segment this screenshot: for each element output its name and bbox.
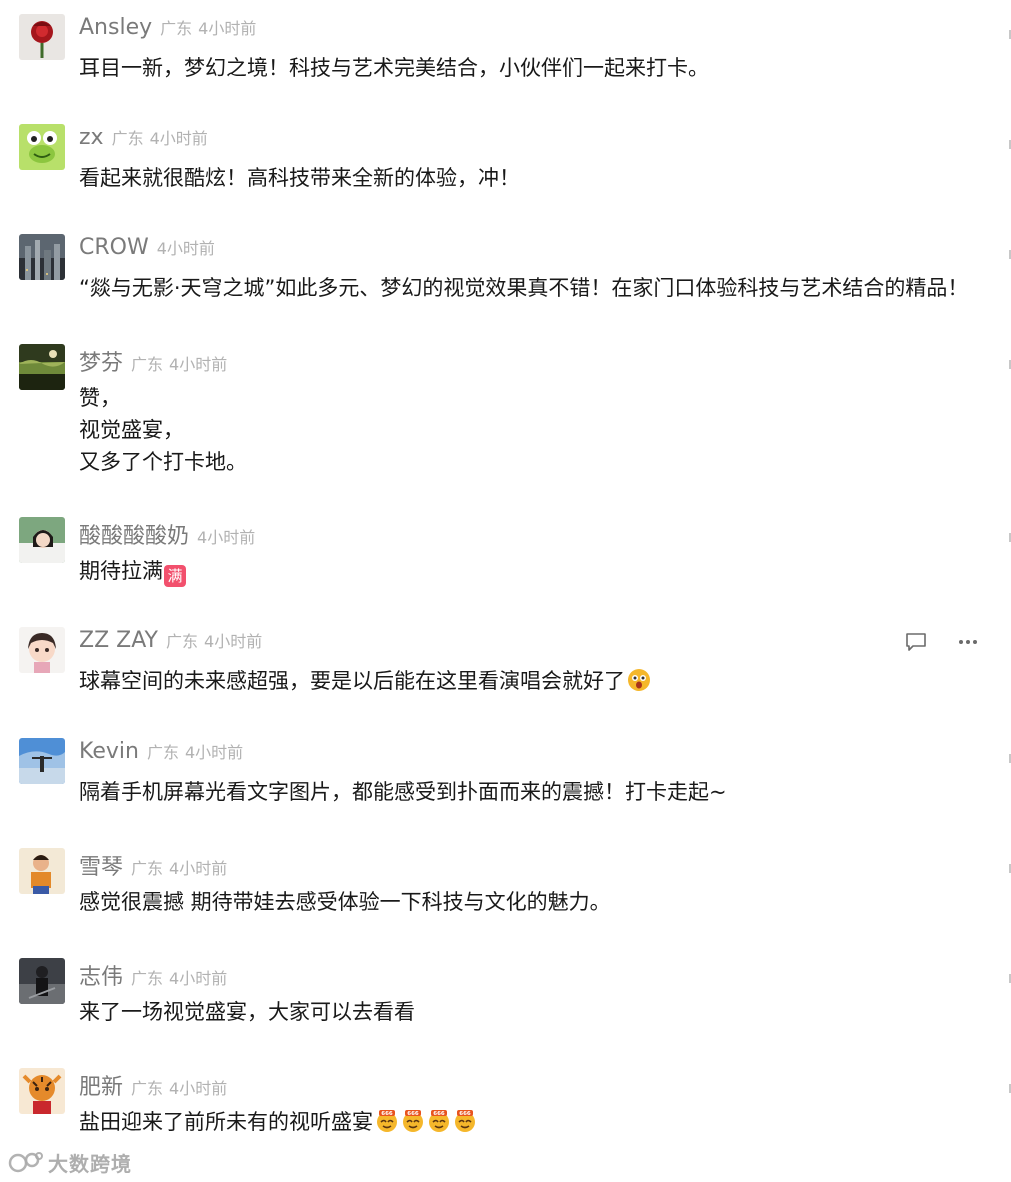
landscape-avatar[interactable]	[19, 344, 65, 390]
nickname[interactable]: 雪琴	[79, 849, 123, 881]
comment-meta: 志伟 广东 4小时前	[79, 959, 228, 991]
watermark-text: 大数跨境	[48, 1151, 132, 1176]
comment-meta: Ansley 广东 4小时前	[79, 15, 256, 45]
comment-line-text: 感觉很震撼 期待带娃去感受体验一下科技与文化的魅力。	[79, 890, 611, 914]
rose-avatar[interactable]	[19, 14, 65, 60]
svg-text:666: 666	[433, 1111, 445, 1117]
timestamp: 4小时前	[184, 743, 244, 762]
cartoon-girl-avatar[interactable]	[19, 627, 65, 673]
location-label: 广东	[146, 743, 179, 762]
nickname[interactable]: 志伟	[79, 959, 123, 991]
watermark-logo-icon	[8, 1152, 43, 1173]
comment-line: 球幕空间的未来感超强，要是以后能在这里看演唱会就好了	[79, 665, 651, 697]
timestamp: 4小时前	[156, 239, 215, 258]
comment-line-text: “燚与无影·天穹之城”如此多元、梦幻的视觉效果真不错！在家门口体验科技与艺术结合…	[79, 276, 969, 300]
comment-line-text: 耳目一新，梦幻之境！科技与艺术完美结合，小伙伴们一起来打卡。	[79, 56, 709, 80]
timestamp: 4小时前	[169, 969, 228, 988]
comment-meta: 酸酸酸酸奶 4小时前	[79, 518, 256, 550]
svg-text:666: 666	[407, 1111, 419, 1117]
location-label: 广东	[111, 129, 144, 148]
comment-meta: ZZ ZAY 广东 4小时前	[79, 628, 262, 658]
comment-line: 感觉很震撼 期待带娃去感受体验一下科技与文化的魅力。	[79, 886, 611, 918]
nickname[interactable]: Kevin	[79, 739, 139, 764]
nickname[interactable]: Ansley	[79, 15, 152, 40]
location-label: 广东	[160, 19, 193, 38]
comment-line-text: 赞，	[79, 386, 121, 410]
dark-figure-avatar[interactable]	[19, 958, 65, 1004]
comment-text: 期待拉满满	[79, 555, 186, 587]
frog-avatar[interactable]	[19, 124, 65, 170]
comment-line-text: 看起来就很酷炫！高科技带来全新的体验，冲！	[79, 166, 520, 190]
comment-line-text: 隔着手机屏幕光看文字图片，都能感受到扑面而来的震撼！打卡走起~	[79, 780, 727, 804]
comment-text: “燚与无影·天穹之城”如此多元、梦幻的视觉效果真不错！在家门口体验科技与艺术结合…	[79, 272, 968, 304]
timestamp: 4小时前	[169, 355, 228, 374]
comment-line: 耳目一新，梦幻之境！科技与艺术完美结合，小伙伴们一起来打卡。	[79, 52, 709, 84]
666-emoji: 666	[401, 1109, 425, 1133]
child-avatar[interactable]	[19, 848, 65, 894]
comment-text: 盐田迎来了前所未有的视听盛宴 666 666 666 666	[79, 1106, 477, 1138]
nickname[interactable]: 梦芬	[79, 345, 123, 377]
girl-avatar[interactable]	[19, 517, 65, 563]
svg-text:666: 666	[381, 1111, 393, 1117]
comment-line: 期待拉满满	[79, 555, 186, 587]
nickname[interactable]: CROW	[79, 235, 149, 260]
more-dots-icon[interactable]	[956, 631, 982, 653]
nickname[interactable]: ZZ ZAY	[79, 628, 158, 653]
nickname[interactable]: 肥新	[79, 1069, 123, 1101]
comment-text: 看起来就很酷炫！高科技带来全新的体验，冲！	[79, 162, 520, 194]
comment-line-text: 又多了个打卡地。	[79, 450, 247, 474]
comment-line: 来了一场视觉盛宴，大家可以去看看	[79, 996, 415, 1028]
comment-line: 赞，	[79, 382, 247, 414]
comment-line-text: 球幕空间的未来感超强，要是以后能在这里看演唱会就好了	[79, 669, 625, 693]
location-label: 广东	[131, 355, 164, 374]
comment-list: Ansley 广东 4小时前 耳目一新，梦幻之境！科技与艺术完美结合，小伙伴们一起来打…	[0, 0, 1011, 1182]
comment-line: 看起来就很酷炫！高科技带来全新的体验，冲！	[79, 162, 520, 194]
comment-line: 盐田迎来了前所未有的视听盛宴 666 666 666 666	[79, 1106, 477, 1138]
666-emoji: 666	[375, 1109, 399, 1133]
timestamp: 4小时前	[169, 1079, 228, 1098]
comment-meta: 梦芬 广东 4小时前	[79, 345, 228, 377]
svg-text:666: 666	[459, 1111, 471, 1117]
surprised-emoji	[627, 668, 651, 692]
comment-icon[interactable]	[904, 631, 930, 653]
comment-line: 视觉盛宴，	[79, 414, 247, 446]
timestamp: 4小时前	[204, 632, 263, 651]
location-label: 广东	[166, 632, 199, 651]
comment-text: 感觉很震撼 期待带娃去感受体验一下科技与文化的魅力。	[79, 886, 611, 918]
timestamp: 4小时前	[198, 19, 257, 38]
city-avatar[interactable]	[19, 234, 65, 280]
comment-meta: 肥新 广东 4小时前	[79, 1069, 228, 1101]
nickname[interactable]: zx	[79, 125, 104, 150]
comment-meta: Kevin 广东 4小时前	[79, 739, 243, 769]
comment-meta: 雪琴 广东 4小时前	[79, 849, 228, 881]
location-label: 广东	[131, 1079, 164, 1098]
sky-person-avatar[interactable]	[19, 738, 65, 784]
tiger-avatar[interactable]	[19, 1068, 65, 1114]
comment-line-text: 视觉盛宴，	[79, 418, 184, 442]
comment-line-text: 盐田迎来了前所未有的视听盛宴	[79, 1110, 373, 1134]
timestamp: 4小时前	[197, 528, 256, 547]
watermark: 大数跨境	[8, 1148, 132, 1176]
comment-text: 隔着手机屏幕光看文字图片，都能感受到扑面而来的震撼！打卡走起~	[79, 776, 727, 808]
comment-line: 又多了个打卡地。	[79, 446, 247, 478]
comment-line-text: 来了一场视觉盛宴，大家可以去看看	[79, 1000, 415, 1024]
timestamp: 4小时前	[169, 859, 228, 878]
location-label: 广东	[131, 859, 164, 878]
location-label: 广东	[131, 969, 164, 988]
comment-meta: zx 广东 4小时前	[79, 125, 208, 155]
666-emoji: 666	[453, 1109, 477, 1133]
comment-text: 球幕空间的未来感超强，要是以后能在这里看演唱会就好了	[79, 665, 651, 697]
comment-line: “燚与无影·天穹之城”如此多元、梦幻的视觉效果真不错！在家门口体验科技与艺术结合…	[79, 272, 968, 304]
comment-line-text: 期待拉满	[79, 559, 163, 583]
man-badge-emoji: 满	[164, 565, 186, 587]
comment-text: 耳目一新，梦幻之境！科技与艺术完美结合，小伙伴们一起来打卡。	[79, 52, 709, 84]
comment-meta: CROW 4小时前	[79, 235, 215, 265]
timestamp: 4小时前	[149, 129, 208, 148]
comment-text: 赞， 视觉盛宴， 又多了个打卡地。	[79, 382, 247, 478]
nickname[interactable]: 酸酸酸酸奶	[79, 518, 189, 550]
comment-text: 来了一场视觉盛宴，大家可以去看看	[79, 996, 415, 1028]
666-emoji: 666	[427, 1109, 451, 1133]
comment-line: 隔着手机屏幕光看文字图片，都能感受到扑面而来的震撼！打卡走起~	[79, 776, 727, 808]
